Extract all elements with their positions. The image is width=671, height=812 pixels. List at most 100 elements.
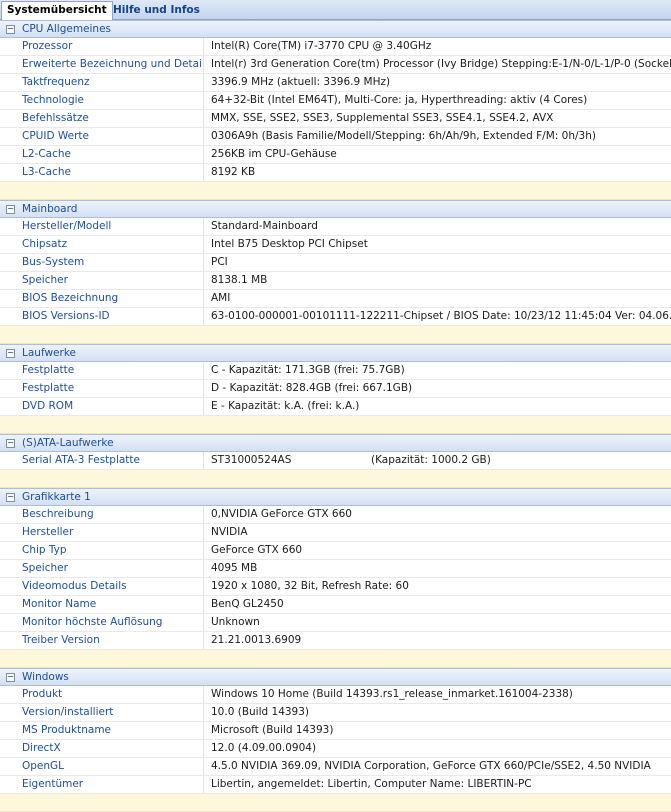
row-value: 256KB im CPU-Gehäuse: [211, 148, 337, 160]
info-row[interactable]: OpenGL 4.5.0 NVIDIA 369.09, NVIDIA Corpor…: [0, 758, 671, 776]
row-value: Microsoft (Build 14393): [211, 724, 334, 736]
info-row[interactable]: DVD ROM E - Kapazität: k.A. (frei: k.A.): [0, 398, 671, 416]
info-row[interactable]: L3-Cache 8192 KB: [0, 164, 671, 182]
row-key: Serial ATA-3 Festplatte: [0, 452, 204, 469]
row-value: BenQ GL2450: [211, 598, 284, 610]
section-mainboard: − Mainboard Hersteller/Modell Standard-Main…: [0, 200, 671, 344]
section-spacer: [0, 182, 671, 200]
row-key: MS Produktname: [0, 722, 204, 739]
info-row[interactable]: Befehlssätze MMX, SSE, SSE2, SSE3, Supple…: [0, 110, 671, 128]
row-key: Beschreibung: [0, 506, 204, 523]
info-row[interactable]: CPUID Werte 0306A9h (Basis Familie/Modell…: [0, 128, 671, 146]
section-title: CPU Allgemeines: [22, 23, 112, 35]
info-row[interactable]: Bus-System PCI: [0, 254, 671, 272]
row-key: Videomodus Details: [0, 578, 204, 595]
info-row[interactable]: Technologie 64+32-Bit (Intel EM64T), Mult…: [0, 92, 671, 110]
row-key: CPUID Werte: [0, 128, 204, 145]
row-value: Windows 10 Home (Build 14393.rs1_release…: [211, 688, 573, 700]
info-row[interactable]: Festplatte D - Kapazität: 828.4GB (frei: …: [0, 380, 671, 398]
info-row[interactable]: Chipsatz Intel B75 Desktop PCI Chipset: [0, 236, 671, 254]
row-key: Chipsatz: [0, 236, 204, 253]
collapse-toggle-icon[interactable]: −: [6, 673, 15, 682]
section-header[interactable]: − Grafikkarte 1: [0, 488, 671, 506]
info-row[interactable]: Speicher 8138.1 MB: [0, 272, 671, 290]
info-row[interactable]: Version/installiert 10.0 (Build 14393): [0, 704, 671, 722]
row-key: BIOS Versions-ID: [0, 308, 204, 325]
tab-systemuebersicht[interactable]: Systemübersicht: [1, 1, 113, 20]
info-row[interactable]: Treiber Version 21.21.0013.6909: [0, 632, 671, 650]
tab-hilfe-und-infos[interactable]: Hilfe und Infos: [108, 2, 205, 19]
collapse-toggle-icon[interactable]: −: [6, 349, 15, 358]
row-key: Version/installiert: [0, 704, 204, 721]
collapse-toggle-icon[interactable]: −: [6, 205, 15, 214]
info-row[interactable]: Beschreibung 0,NVIDIA GeForce GTX 660: [0, 506, 671, 524]
collapse-toggle-icon[interactable]: −: [6, 25, 15, 34]
row-value: 12.0 (4.09.00.0904): [211, 742, 317, 754]
row-value: D - Kapazität: 828.4GB (frei: 667.1GB): [211, 382, 413, 394]
section-header[interactable]: − Laufwerke: [0, 344, 671, 362]
row-key: DirectX: [0, 740, 204, 757]
section-title: Mainboard: [22, 203, 78, 215]
section-s-ata-laufwerke: − (S)ATA-Laufwerke Serial ATA-3 Festplatte…: [0, 434, 671, 488]
row-value: 8192 KB: [211, 166, 256, 178]
row-key: Monitor Name: [0, 596, 204, 613]
section-header[interactable]: − (S)ATA-Laufwerke: [0, 434, 671, 452]
row-key: Hersteller: [0, 524, 204, 541]
row-value: PCI: [211, 256, 228, 268]
row-value: 8138.1 MB: [211, 274, 268, 286]
system-overview-tree: − CPU Allgemeines Prozessor Intel(R) Core(T…: [0, 20, 671, 812]
row-value: Intel(r) 3rd Generation Core(tm) Process…: [211, 58, 671, 70]
section-header[interactable]: − Windows: [0, 668, 671, 686]
info-row[interactable]: Serial ATA-3 Festplatte ST31000524AS (Kapa…: [0, 452, 671, 470]
row-value: E - Kapazität: k.A. (frei: k.A.): [211, 400, 360, 412]
info-row[interactable]: MS Produktname Microsoft (Build 14393): [0, 722, 671, 740]
info-row[interactable]: Chip Typ GeForce GTX 660: [0, 542, 671, 560]
info-row[interactable]: Monitor Name BenQ GL2450: [0, 596, 671, 614]
info-row[interactable]: Monitor höchste Auflösung Unknown: [0, 614, 671, 632]
info-row[interactable]: Festplatte C - Kapazität: 171.3GB (frei: …: [0, 362, 671, 380]
row-value: 64+32-Bit (Intel EM64T), Multi-Core: ja,…: [211, 94, 588, 106]
collapse-toggle-icon[interactable]: −: [6, 493, 15, 502]
row-key: L3-Cache: [0, 164, 204, 181]
info-row[interactable]: Erweiterte Bezeichnung und Details Intel(…: [0, 56, 671, 74]
row-key: BIOS Bezeichnung: [0, 290, 204, 307]
row-value: 21.21.0013.6909: [211, 634, 302, 646]
row-value: AMI: [211, 292, 231, 304]
info-row[interactable]: DirectX 12.0 (4.09.00.0904): [0, 740, 671, 758]
row-key: Festplatte: [0, 362, 204, 379]
info-row[interactable]: BIOS Versions-ID 63-0100-000001-00101111-…: [0, 308, 671, 326]
row-key: Treiber Version: [0, 632, 204, 649]
section-windows: − Windows Produkt Windows 10 Home (Build 14…: [0, 668, 671, 812]
section-header[interactable]: − CPU Allgemeines: [0, 20, 671, 38]
row-key: Monitor höchste Auflösung: [0, 614, 204, 631]
row-key: Festplatte: [0, 380, 204, 397]
info-row[interactable]: Hersteller/Modell Standard-Mainboard: [0, 218, 671, 236]
info-row[interactable]: Videomodus Details 1920 x 1080, 32 Bit, R…: [0, 578, 671, 596]
row-value: 10.0 (Build 14393): [211, 706, 310, 718]
row-key: L2-Cache: [0, 146, 204, 163]
row-key: Hersteller/Modell: [0, 218, 204, 235]
row-value: C - Kapazität: 171.3GB (frei: 75.7GB): [211, 364, 405, 376]
row-value: 0306A9h (Basis Familie/Modell/Stepping: …: [211, 130, 596, 142]
row-value: 1920 x 1080, 32 Bit, Refresh Rate: 60: [211, 580, 409, 592]
section-title: (S)ATA-Laufwerke: [22, 437, 114, 449]
info-row[interactable]: Speicher 4095 MB: [0, 560, 671, 578]
info-row[interactable]: L2-Cache 256KB im CPU-Gehäuse: [0, 146, 671, 164]
row-value: GeForce GTX 660: [211, 544, 303, 556]
section-spacer: [0, 416, 671, 434]
section-header[interactable]: − Mainboard: [0, 200, 671, 218]
row-value: Libertin, angemeldet: Libertin, Computer…: [211, 778, 532, 790]
row-value: Intel(R) Core(TM) i7-3770 CPU @ 3.40GHz: [211, 40, 432, 52]
info-row[interactable]: Hersteller NVIDIA: [0, 524, 671, 542]
row-value: 4095 MB: [211, 562, 258, 574]
collapse-toggle-icon[interactable]: −: [6, 439, 15, 448]
info-row[interactable]: BIOS Bezeichnung AMI: [0, 290, 671, 308]
info-row[interactable]: Eigentümer Libertin, angemeldet: Libertin…: [0, 776, 671, 794]
section-spacer: [0, 326, 671, 344]
info-row[interactable]: Taktfrequenz 3396.9 MHz (aktuell: 3396.9 …: [0, 74, 671, 92]
info-row[interactable]: Prozessor Intel(R) Core(TM) i7-3770 CPU @…: [0, 38, 671, 56]
info-row[interactable]: Produkt Windows 10 Home (Build 14393.rs1_…: [0, 686, 671, 704]
row-value: 4.5.0 NVIDIA 369.09, NVIDIA Corporation,…: [211, 760, 651, 772]
row-key: Erweiterte Bezeichnung und Details: [0, 56, 204, 73]
section-grafikkarte-1: − Grafikkarte 1 Beschreibung 0,NVIDIA GeFor…: [0, 488, 671, 668]
